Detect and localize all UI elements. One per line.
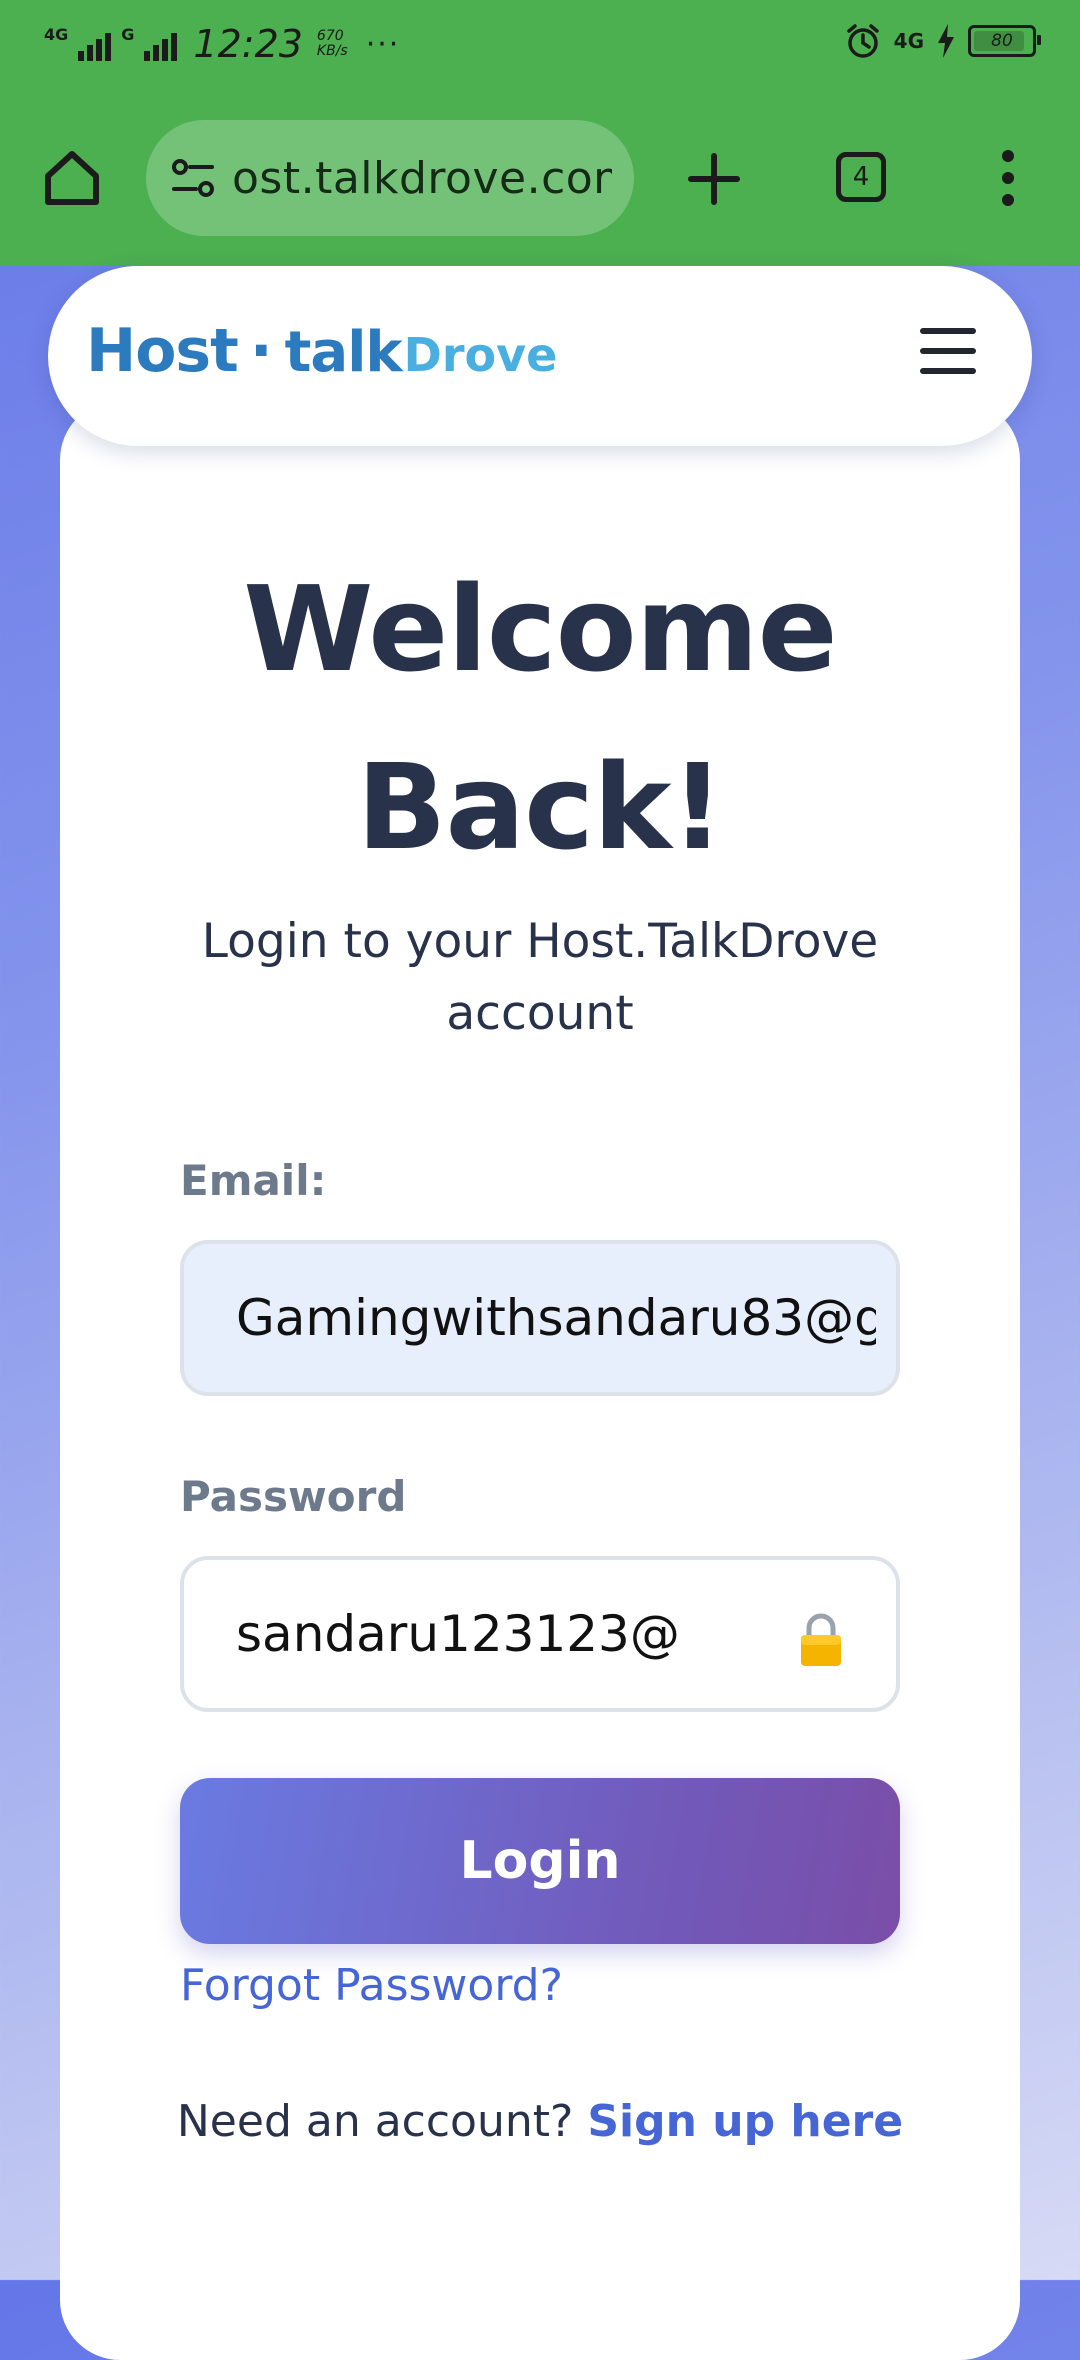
- signup-link[interactable]: Sign up here: [587, 2096, 903, 2147]
- network-type-right: 4G: [893, 29, 924, 53]
- signal-icon-2: [144, 27, 178, 61]
- email-value[interactable]: Gamingwithsandaru83@g: [236, 1289, 876, 1347]
- network-speed-value: 670: [316, 28, 344, 44]
- site-header: Host · talk Drove: [48, 266, 1032, 446]
- email-field[interactable]: Gamingwithsandaru83@g: [180, 1240, 900, 1396]
- page-subtitle: Login to your Host.TalkDrove account: [201, 914, 879, 1041]
- charging-icon: [938, 24, 954, 58]
- email-label: Email:: [180, 1156, 327, 1205]
- tab-count: 4: [852, 162, 870, 192]
- network-speed-unit: KB/s: [316, 43, 348, 59]
- new-tab-icon[interactable]: [685, 150, 743, 208]
- tab-switcher-button[interactable]: 4: [836, 152, 886, 202]
- login-button[interactable]: Login: [180, 1778, 900, 1944]
- network-type-label-2: G: [121, 24, 135, 44]
- battery-icon: 80: [968, 25, 1041, 57]
- network-speed: 670 KB/s: [317, 29, 348, 59]
- status-bar: 4G G 12:23 670 KB/s ··· 4G 80: [0, 0, 1080, 96]
- password-label: Password: [180, 1472, 407, 1521]
- signup-prompt: Need an account?: [176, 2096, 574, 2147]
- logo-talk: talk: [284, 320, 403, 385]
- signup-row: Need an account? Sign up here: [60, 2096, 1020, 2147]
- alarm-icon: [846, 24, 879, 58]
- site-settings-icon[interactable]: [168, 153, 218, 203]
- logo-drove: Drove: [403, 328, 558, 382]
- logo-dot: ·: [249, 316, 273, 386]
- forgot-password-link[interactable]: Forgot Password?: [180, 1960, 563, 2011]
- site-logo[interactable]: Host · talk Drove: [86, 316, 557, 386]
- battery-level: 80: [991, 31, 1013, 51]
- more-notifications-icon: ···: [365, 26, 401, 62]
- logo-host: Host: [86, 316, 239, 386]
- url-text[interactable]: ost.talkdrove.com: [232, 153, 612, 204]
- password-value[interactable]: sandaru123123@: [236, 1605, 680, 1663]
- clock-time: 12:23: [193, 22, 303, 66]
- page-title: Welcome Back!: [243, 560, 837, 876]
- home-icon[interactable]: [40, 146, 104, 210]
- browser-toolbar: ost.talkdrove.com 4: [0, 96, 1080, 266]
- hamburger-menu-icon[interactable]: [920, 328, 976, 374]
- lock-icon: [801, 1613, 841, 1666]
- signal-icon: [78, 27, 112, 61]
- network-type-label: 4G: [44, 24, 69, 44]
- address-bar[interactable]: ost.talkdrove.com: [146, 120, 634, 236]
- password-field[interactable]: sandaru123123@: [180, 1556, 900, 1712]
- more-menu-icon[interactable]: [996, 146, 1020, 210]
